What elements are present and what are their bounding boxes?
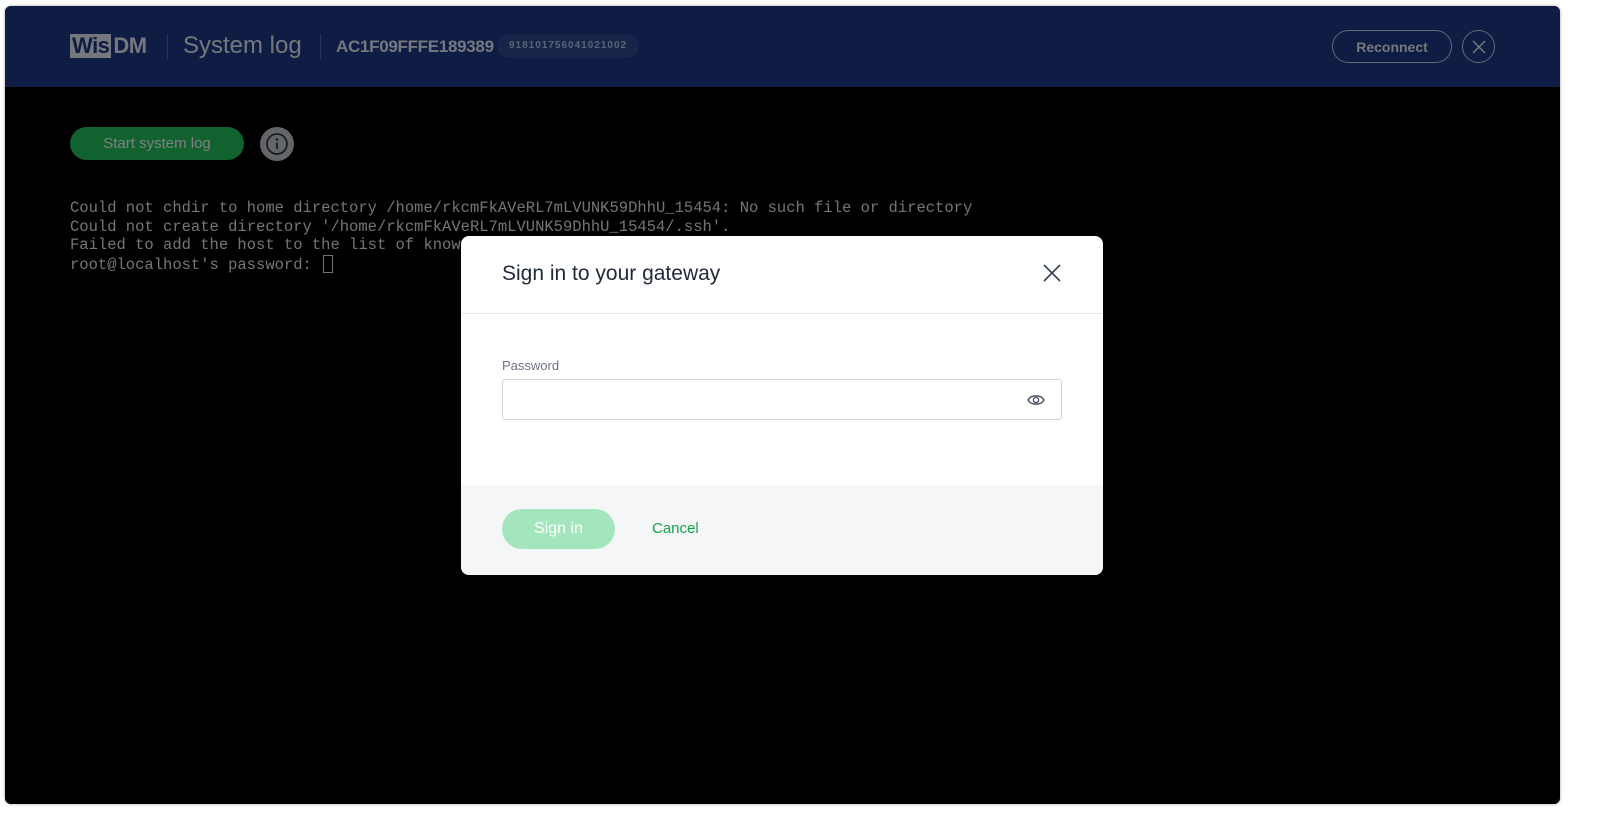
sign-in-dialog: Sign in to your gateway Password Sign in… xyxy=(461,236,1103,575)
cancel-button[interactable]: Cancel xyxy=(652,520,699,537)
password-label: Password xyxy=(502,358,560,373)
dialog-close-button[interactable] xyxy=(1040,261,1064,285)
dialog-footer: Sign in Cancel xyxy=(461,485,1103,575)
dialog-title: Sign in to your gateway xyxy=(502,262,721,285)
eye-icon xyxy=(1027,395,1045,405)
dialog-divider xyxy=(461,313,1103,314)
password-field[interactable] xyxy=(502,379,1062,420)
toggle-password-visibility[interactable] xyxy=(1024,388,1048,412)
sign-in-button[interactable]: Sign in xyxy=(502,509,615,549)
close-icon xyxy=(1043,264,1061,282)
system-log-window: WisDM System log AC1F09FFFE189389 918101… xyxy=(5,6,1560,804)
